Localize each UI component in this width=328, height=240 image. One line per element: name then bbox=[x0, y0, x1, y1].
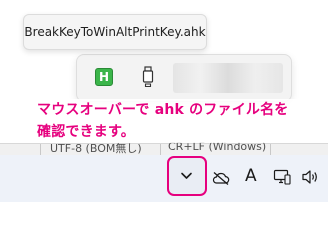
autohotkey-icon[interactable]: H bbox=[95, 68, 113, 86]
annotation-line-1: マウスオーバーで ahk のファイル名を bbox=[37, 102, 289, 118]
show-hidden-icons-button[interactable] bbox=[167, 156, 207, 196]
volume-icon[interactable] bbox=[301, 169, 319, 189]
annotation-line-2: 確認できます。 bbox=[37, 124, 135, 140]
cloud-off-icon[interactable] bbox=[212, 170, 230, 189]
taskbar: A bbox=[0, 155, 328, 202]
tray-overflow-flyout: H bbox=[76, 54, 292, 102]
annotation-callout: マウスオーバーで ahk のファイル名を 確認できます。 bbox=[37, 99, 327, 143]
obscured-tray-icons bbox=[173, 63, 283, 93]
ime-icon[interactable]: A bbox=[245, 166, 257, 186]
usb-icon[interactable] bbox=[141, 66, 155, 88]
network-icon[interactable] bbox=[273, 169, 291, 189]
filename-tooltip: BreakKeyToWinAltPrintKey.ahk bbox=[23, 14, 207, 50]
chevron-up-icon bbox=[181, 172, 192, 179]
